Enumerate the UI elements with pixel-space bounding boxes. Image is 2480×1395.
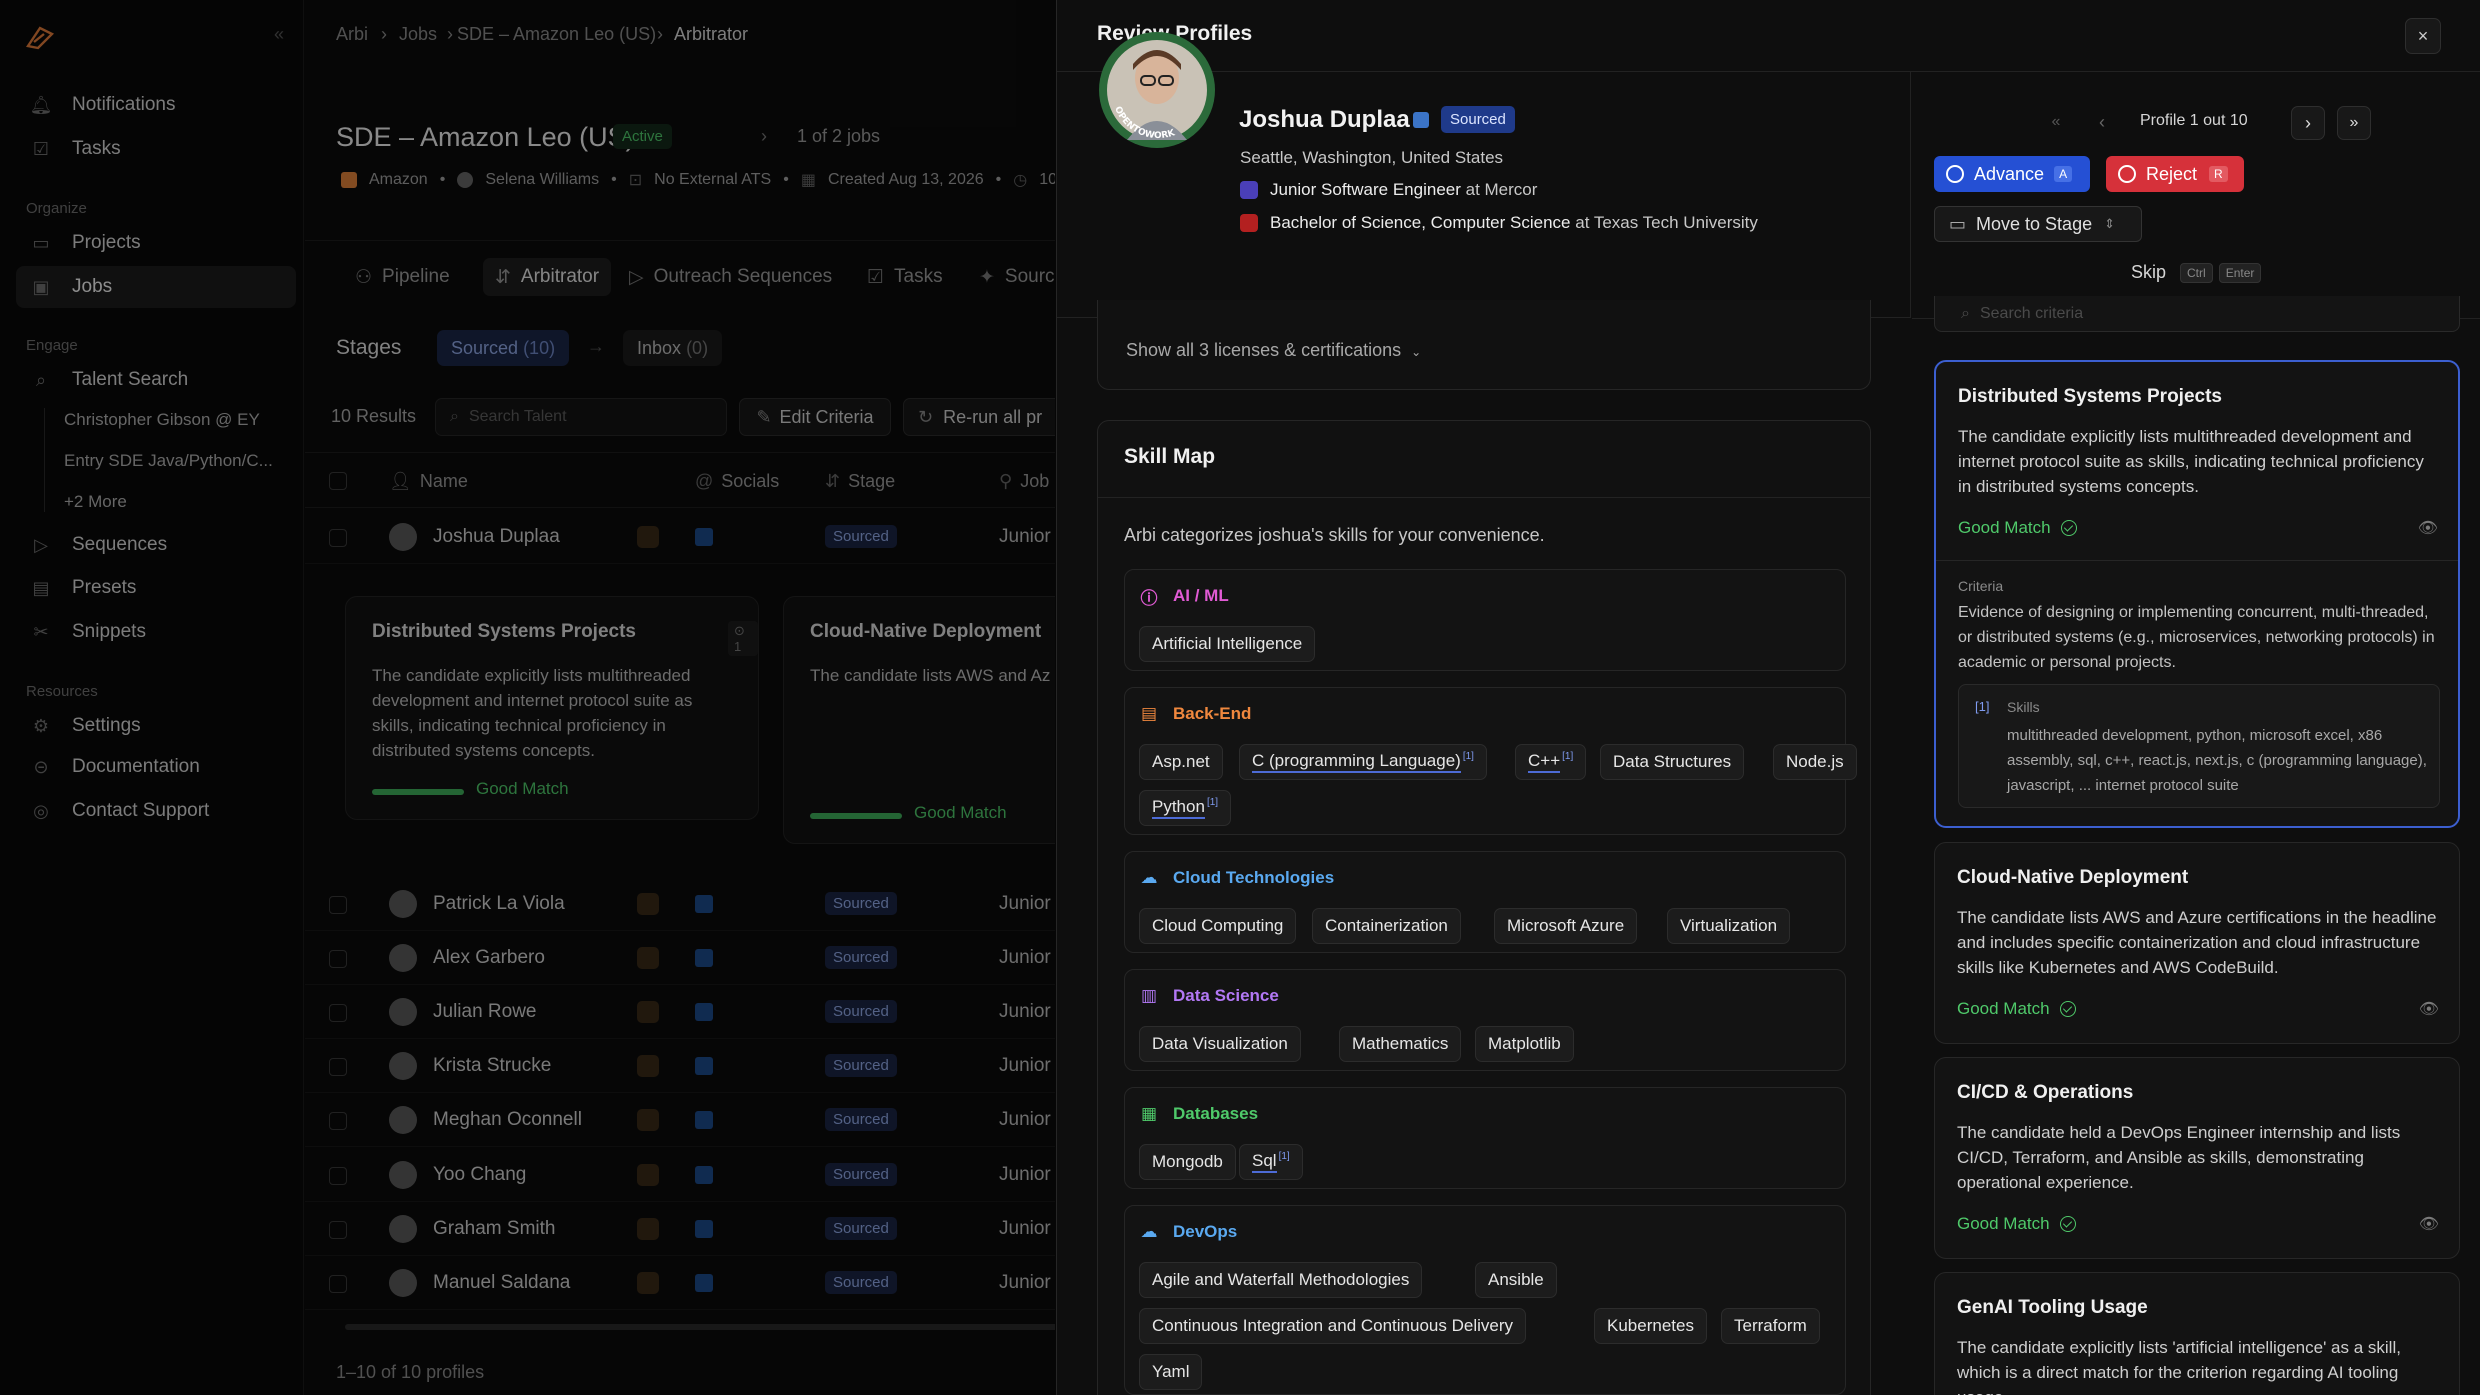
skill-pill[interactable]: C++ [1] bbox=[1515, 744, 1587, 780]
current-role: Junior Software Engineer at Mercor bbox=[1240, 180, 1537, 200]
skill-category: ☁︎ DevOps Agile and Waterfall Methodologie… bbox=[1124, 1205, 1846, 1395]
skill-pill[interactable]: Mongodb bbox=[1139, 1144, 1236, 1180]
criteria-card[interactable]: GenAI Tooling Usage The candidate explic… bbox=[1934, 1272, 2460, 1395]
skill-pill[interactable]: Matplotlib bbox=[1475, 1026, 1574, 1062]
eye-icon[interactable]: 👁︎ bbox=[2418, 518, 2438, 538]
skill-map-subtitle: Arbi categorizes joshua's skills for you… bbox=[1124, 525, 1545, 545]
skill-pill[interactable]: C (programming Language) [1] bbox=[1239, 744, 1487, 780]
search-icon: ⌕ bbox=[1961, 305, 1970, 322]
next-profile-button[interactable]: › bbox=[2291, 106, 2325, 140]
cloud-icon: ☁︎ bbox=[1140, 868, 1158, 887]
skill-pill[interactable]: Yaml bbox=[1139, 1354, 1203, 1390]
criteria-card[interactable]: Cloud-Native Deployment The candidate li… bbox=[1934, 842, 2460, 1044]
stage-icon: ▭ bbox=[1949, 213, 1967, 234]
skill-pill[interactable]: Continuous Integration and Continuous De… bbox=[1139, 1308, 1527, 1344]
eye-icon[interactable]: 👁︎ bbox=[2419, 999, 2439, 1019]
prev-profile-button[interactable]: ‹ bbox=[2086, 106, 2118, 138]
modal-backdrop[interactable] bbox=[0, 0, 1056, 1395]
linkedin-icon[interactable] bbox=[1413, 112, 1429, 128]
chevron-updown-icon: ⇕ bbox=[2104, 216, 2115, 231]
review-profiles-panel: Review Profiles × OPENTOWORK Joshua Dupl… bbox=[1056, 0, 2480, 1395]
first-profile-button[interactable]: « bbox=[2040, 106, 2072, 138]
skill-pill[interactable]: Node.js bbox=[1773, 744, 1857, 780]
evidence-box: [1] Skills multithreaded development, py… bbox=[1958, 684, 2440, 808]
search-criteria-input[interactable]: ⌕ Search criteria bbox=[1934, 296, 2460, 332]
skill-map-title: Skill Map bbox=[1124, 445, 1216, 468]
candidate-name: Joshua Duplaa bbox=[1239, 106, 1410, 133]
info-icon: ⓘ bbox=[1140, 588, 1158, 608]
stage-badge: Sourced bbox=[1441, 106, 1515, 133]
show-licenses-button[interactable]: Show all 3 licenses & certifications ⌄ bbox=[1126, 340, 1421, 361]
last-profile-button[interactable]: » bbox=[2337, 106, 2371, 140]
open-to-work-avatar: OPENTOWORK bbox=[1099, 32, 1215, 148]
match-status: Good Match bbox=[1957, 999, 2076, 1019]
x-circle-icon bbox=[2118, 165, 2136, 183]
devops-icon: ☁︎ bbox=[1140, 1222, 1158, 1241]
advance-button[interactable]: Advance A bbox=[1934, 156, 2090, 192]
match-status: Good Match bbox=[1957, 1214, 2076, 1234]
skill-pill[interactable]: Virtualization bbox=[1667, 908, 1791, 944]
skill-pill[interactable]: Asp.net bbox=[1139, 744, 1223, 780]
panel-header: Review Profiles × bbox=[1057, 0, 2480, 72]
skill-pill[interactable]: Ansible bbox=[1475, 1262, 1557, 1298]
check-circle-icon bbox=[1946, 165, 1964, 183]
skill-pill[interactable]: Data Structures bbox=[1600, 744, 1745, 780]
eye-icon[interactable]: 👁︎ bbox=[2419, 1214, 2439, 1234]
skill-pill[interactable]: Containerization bbox=[1312, 908, 1461, 944]
skill-pill[interactable]: Sql [1] bbox=[1239, 1144, 1303, 1180]
check-circle-icon bbox=[2060, 520, 2077, 536]
skill-category: ⓘ AI / ML Artificial Intelligence bbox=[1124, 569, 1846, 671]
database-icon: ▦ bbox=[1140, 1104, 1158, 1123]
skill-pill[interactable]: Kubernetes bbox=[1594, 1308, 1707, 1344]
skill-category: ▤ Back-End Asp.net C (programming Language)… bbox=[1124, 687, 1857, 835]
criteria-card[interactable]: CI/CD & Operations The candidate held a … bbox=[1934, 1057, 2460, 1259]
reject-button[interactable]: Reject R bbox=[2106, 156, 2244, 192]
university-logo-icon bbox=[1240, 214, 1258, 232]
education: Bachelor of Science, Computer Science at… bbox=[1240, 213, 1758, 233]
skill-category: ▥ Data Science Data Visualization Mathemati… bbox=[1124, 969, 1846, 1071]
skill-pill[interactable]: Artificial Intelligence bbox=[1139, 626, 1316, 662]
skill-pill[interactable]: Agile and Waterfall Methodologies bbox=[1139, 1262, 1423, 1298]
skill-category: ▦ Databases Mongodb Sql [1] bbox=[1124, 1087, 1846, 1189]
skill-map-section: Skill Map Arbi categorizes joshua's skil… bbox=[1097, 420, 1871, 1395]
check-circle-icon bbox=[2059, 1216, 2076, 1232]
skill-category: ☁︎ Cloud Technologies Cloud Computing Conta… bbox=[1124, 851, 1846, 953]
skill-pill[interactable]: Python [1] bbox=[1139, 790, 1232, 826]
skill-pill[interactable]: Data Visualization bbox=[1139, 1026, 1301, 1062]
check-circle-icon bbox=[2059, 1001, 2076, 1017]
candidate-location: Seattle, Washington, United States bbox=[1240, 148, 1504, 167]
skip-button[interactable]: Skip Ctrl Enter bbox=[2131, 262, 2262, 283]
skill-pill[interactable]: Terraform bbox=[1721, 1308, 1820, 1344]
chart-icon: ▥ bbox=[1140, 986, 1158, 1005]
skill-pill[interactable]: Cloud Computing bbox=[1139, 908, 1297, 944]
skill-map-divider bbox=[1098, 497, 1870, 498]
avatar: OPENTOWORK bbox=[1097, 30, 1217, 150]
profile-counter: Profile 1 out 10 bbox=[2140, 112, 2248, 129]
skill-pill[interactable]: Mathematics bbox=[1339, 1026, 1462, 1062]
chevron-down-icon: ⌄ bbox=[1411, 345, 1422, 359]
match-status: Good Match bbox=[1958, 518, 2077, 538]
card-divider bbox=[1936, 560, 2458, 561]
server-icon: ▤ bbox=[1140, 704, 1158, 723]
move-to-stage-select[interactable]: ▭ Move to Stage ⇕ bbox=[1934, 206, 2142, 242]
close-icon: × bbox=[2417, 25, 2429, 46]
criteria-card[interactable]: Distributed Systems Projects The candida… bbox=[1934, 360, 2460, 828]
company-logo-icon bbox=[1240, 181, 1258, 199]
licenses-section: Show all 3 licenses & certifications ⌄ bbox=[1097, 300, 1871, 390]
skill-pill[interactable]: Microsoft Azure bbox=[1494, 908, 1638, 944]
close-button[interactable]: × bbox=[2405, 18, 2441, 54]
